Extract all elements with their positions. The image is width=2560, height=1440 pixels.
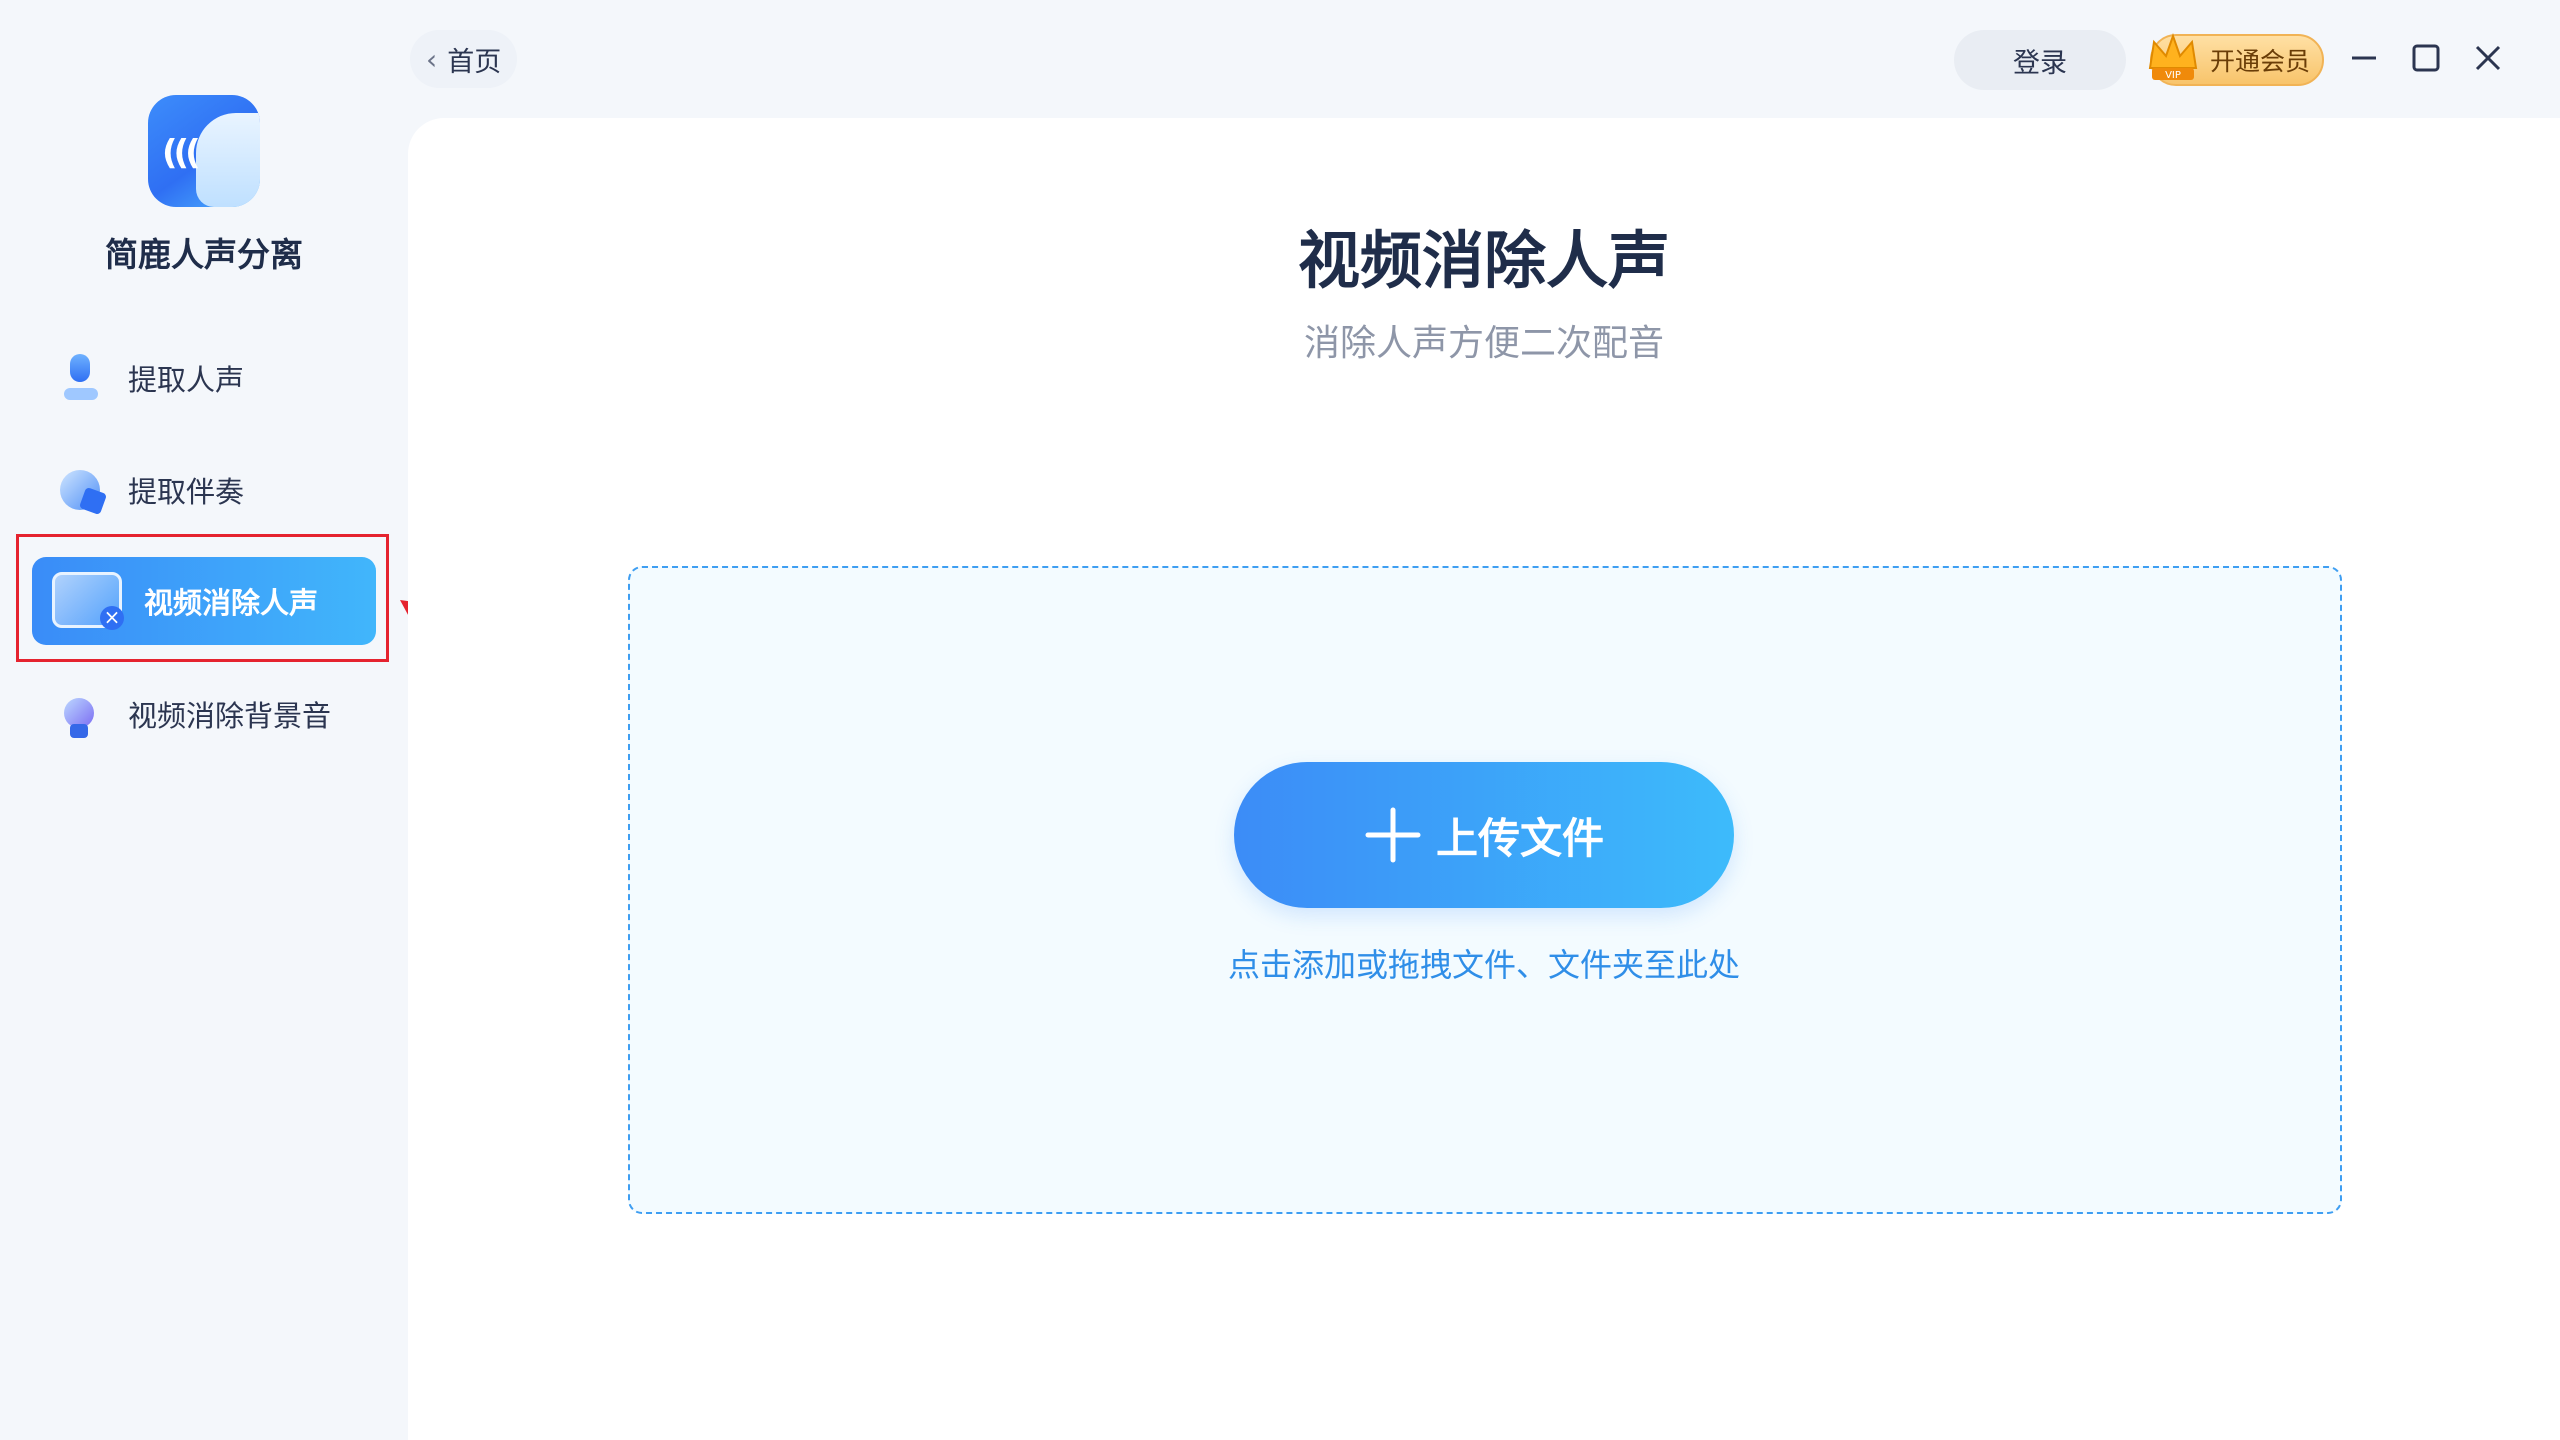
minimize-button[interactable] [2340,34,2388,82]
close-icon [2475,45,2501,71]
microphone-icon [52,348,112,408]
annotation-highlight-box [16,534,389,662]
upload-file-button[interactable]: 上传文件 [1234,762,1734,908]
chevron-left-icon: ‹ [426,42,438,76]
open-vip-button[interactable]: VIP 开通会员 [2148,32,2324,86]
back-home-label: 首页 [447,46,502,78]
page-title: 视频消除人声 [1297,224,1670,297]
page-subtitle: 消除人声方便二次配音 [1303,323,1664,364]
vip-badge-text: VIP [2165,70,2181,81]
minimize-icon [2352,56,2376,60]
app-name: 简鹿人声分离 [105,235,303,274]
sidebar-item-video-remove-background[interactable]: 视频消除背景音 [32,670,376,758]
sidebar-item-label: 视频消除背景音 [128,699,332,733]
login-button[interactable]: 登录 [1954,30,2126,90]
logo-sound-waves: ((( [162,133,201,173]
speaker-icon [52,684,112,744]
app-window: ((( 简鹿人声分离 提取人声 提取伴奏 视频消除人声 视频消除背景音 ‹ 首页… [0,0,2560,1440]
sidebar-item-label: 提取伴奏 [128,475,245,509]
maximize-button[interactable] [2402,34,2450,82]
open-vip-label: 开通会员 [2210,47,2311,76]
close-button[interactable] [2464,34,2512,82]
sidebar-item-extract-accompaniment[interactable]: 提取伴奏 [32,446,376,534]
drop-hint-text: 点击添加或拖拽文件、文件夹至此处 [1227,946,1740,984]
plus-icon [1365,807,1421,863]
app-logo-icon: ((( [148,95,260,207]
sidebar: ((( 简鹿人声分离 提取人声 提取伴奏 视频消除人声 视频消除背景音 [0,0,408,1440]
logo-head-shape [196,113,260,207]
sidebar-item-label: 提取人声 [128,363,245,397]
sidebar-item-extract-vocals[interactable]: 提取人声 [32,334,376,422]
music-disc-icon [52,460,112,520]
maximize-icon [2412,44,2440,72]
upload-file-label: 上传文件 [1435,813,1604,863]
vip-crown-icon: VIP [2148,32,2198,81]
back-home-button[interactable]: ‹ 首页 [410,30,518,88]
